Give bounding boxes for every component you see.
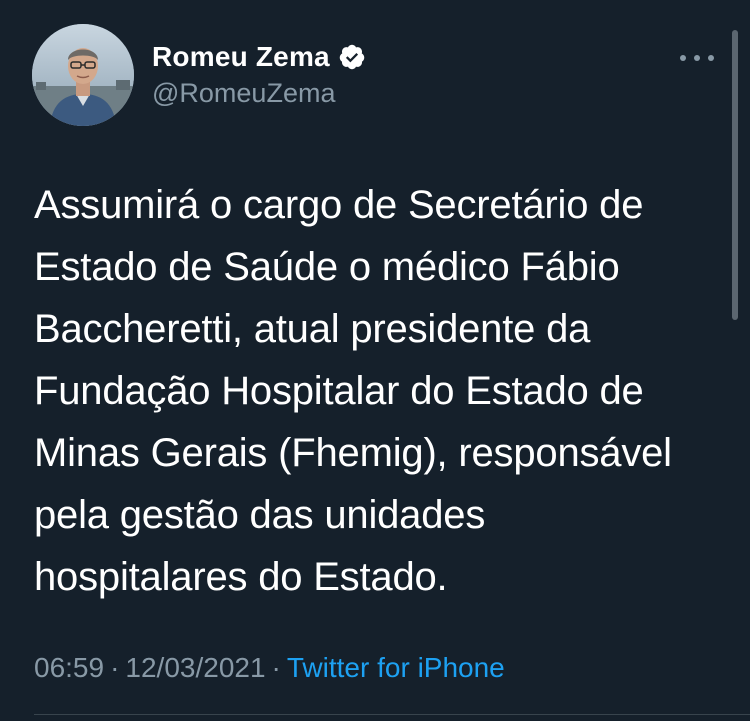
- separator: ·: [271, 652, 281, 683]
- separator: ·: [110, 652, 120, 683]
- avatar-image: [32, 24, 134, 126]
- avatar[interactable]: [32, 24, 134, 126]
- more-options-icon[interactable]: [680, 52, 714, 64]
- divider: [34, 714, 750, 715]
- handle[interactable]: @RomeuZema: [152, 78, 366, 109]
- author-block[interactable]: Romeu Zema @RomeuZema: [152, 40, 366, 109]
- dot: [694, 55, 700, 61]
- tweet-text-line: Minas Gerais (Fhemig), responsável: [34, 431, 672, 475]
- tweet-text-line: Estado de Saúde o médico Fábio: [34, 245, 620, 289]
- name-row: Romeu Zema: [152, 40, 366, 74]
- display-name[interactable]: Romeu Zema: [152, 41, 330, 73]
- tweet-text: Assumirá o cargo de Secretário de Estado…: [34, 174, 724, 608]
- tweet-meta: 06:59 · 12/03/2021 · Twitter for iPhone: [34, 652, 505, 684]
- verified-badge-icon: [338, 43, 366, 71]
- tweet-text-line: Assumirá o cargo de Secretário de: [34, 183, 644, 227]
- dot: [708, 55, 714, 61]
- dot: [680, 55, 686, 61]
- tweet-text-line: pela gestão das unidades: [34, 493, 486, 537]
- tweet-source-link[interactable]: Twitter for iPhone: [287, 652, 505, 684]
- tweet-text-line: Fundação Hospitalar do Estado de: [34, 369, 644, 413]
- tweet-date[interactable]: 12/03/2021: [125, 652, 265, 684]
- scrollbar[interactable]: [732, 30, 738, 320]
- tweet-time[interactable]: 06:59: [34, 652, 104, 684]
- tweet-text-line: Baccheretti, atual presidente da: [34, 307, 591, 351]
- tweet-card: Romeu Zema @RomeuZema Assumirá o cargo d…: [0, 0, 750, 721]
- tweet-text-line: hospitalares do Estado.: [34, 555, 448, 599]
